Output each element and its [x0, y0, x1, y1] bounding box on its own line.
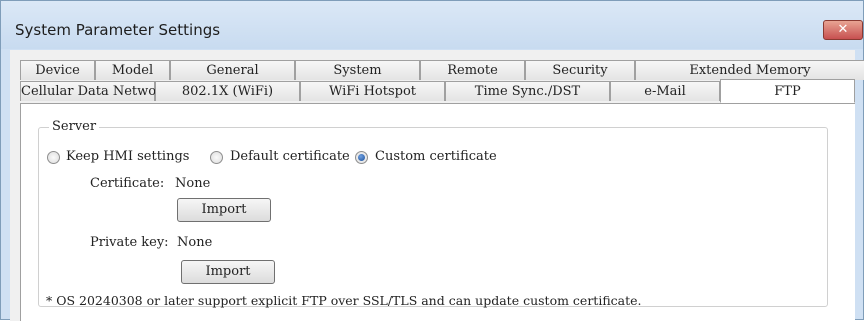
keep-hmi-settings-label[interactable]: Keep HMI settings: [66, 149, 189, 164]
tab-device[interactable]: Device: [20, 60, 95, 80]
tab-time-sync-dst[interactable]: Time Sync./DST: [445, 81, 610, 101]
default-certificate-radio[interactable]: [210, 151, 223, 164]
server-groupbox: Server Keep HMI settings Default certifi…: [38, 119, 828, 308]
ftp-tab-panel: Server Keep HMI settings Default certifi…: [20, 103, 855, 321]
tab-cellular-data-network[interactable]: Cellular Data Network: [20, 81, 170, 101]
default-certificate-label[interactable]: Default certificate: [230, 149, 350, 164]
server-group-title: Server: [49, 119, 100, 134]
tab-wifi-hotspot[interactable]: WiFi Hotspot: [300, 81, 445, 101]
tab-ftp[interactable]: FTP: [720, 79, 855, 103]
tab-8021x-wifi[interactable]: 802.1X (WiFi): [155, 81, 300, 101]
close-icon: ✕: [837, 22, 849, 37]
tab-security[interactable]: Security: [525, 60, 635, 80]
tab-email[interactable]: e-Mail: [610, 81, 720, 101]
private-key-value: None: [177, 235, 213, 250]
settings-window: System Parameter Settings ✕ Device Model…: [0, 0, 864, 321]
certificate-label: Certificate:: [90, 176, 165, 191]
custom-certificate-label[interactable]: Custom certificate: [375, 149, 497, 164]
title-bar[interactable]: System Parameter Settings ✕: [1, 1, 863, 49]
dialog-client-area: Device Model General System Remote Secur…: [10, 50, 864, 321]
private-key-label: Private key:: [90, 235, 169, 250]
custom-certificate-radio[interactable]: [355, 151, 368, 164]
window-title: System Parameter Settings: [15, 21, 221, 39]
import-private-key-button[interactable]: Import: [181, 260, 275, 284]
tab-remote[interactable]: Remote: [420, 60, 525, 80]
tab-general[interactable]: General: [170, 60, 295, 80]
ftp-note: * OS 20240308 or later support explicit …: [46, 293, 642, 308]
tab-extended-memory[interactable]: Extended Memory: [635, 60, 864, 80]
keep-hmi-settings-radio[interactable]: [47, 151, 60, 164]
import-certificate-button[interactable]: Import: [177, 198, 271, 222]
tab-model[interactable]: Model: [95, 60, 170, 80]
tab-system[interactable]: System: [295, 60, 420, 80]
close-button[interactable]: ✕: [823, 20, 863, 40]
certificate-value: None: [175, 176, 211, 191]
